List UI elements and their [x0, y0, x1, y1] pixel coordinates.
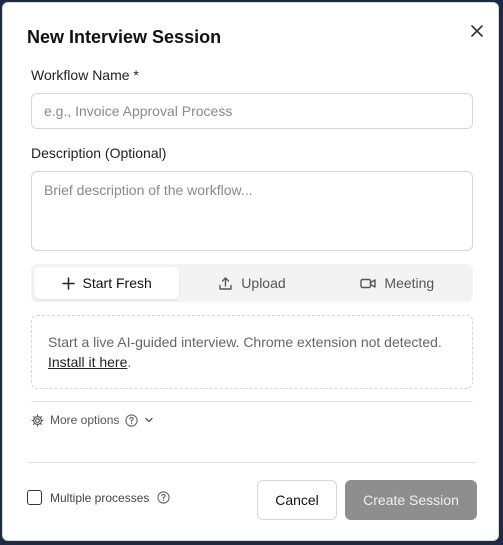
install-extension-link[interactable]: Install it here: [48, 354, 127, 370]
workflow-name-input[interactable]: [31, 93, 473, 129]
close-button[interactable]: [467, 21, 487, 41]
description-label: Description (Optional): [31, 145, 167, 161]
multiple-processes-checkbox[interactable]: [27, 490, 42, 505]
workflow-name-label: Workflow Name *: [31, 67, 139, 83]
help-icon[interactable]: [125, 413, 139, 427]
cancel-button[interactable]: Cancel: [257, 480, 337, 520]
info-text: Start a live AI-guided interview. Chrome…: [48, 334, 442, 350]
footer-divider: [27, 462, 477, 463]
tab-label: Start Fresh: [82, 275, 152, 291]
multiple-processes-option: Multiple processes: [27, 490, 171, 505]
new-session-dialog: New Interview Session Workflow Name * De…: [2, 2, 499, 541]
multiple-processes-label: Multiple processes: [50, 490, 150, 505]
video-icon: [360, 278, 377, 288]
tab-upload[interactable]: Upload: [179, 267, 324, 299]
tab-meeting[interactable]: Meeting: [325, 267, 470, 299]
more-options-label: More options: [50, 413, 120, 427]
info-suffix: .: [127, 354, 132, 370]
extension-info-box: Start a live AI-guided interview. Chrome…: [31, 315, 473, 389]
gear-icon: [31, 413, 44, 427]
plus-icon: [61, 276, 75, 290]
description-textarea[interactable]: [31, 171, 473, 251]
close-icon: [471, 25, 483, 37]
source-tabs: Start Fresh Upload Meeting: [31, 264, 473, 302]
more-options-toggle[interactable]: More options: [31, 413, 154, 427]
tab-start-fresh[interactable]: Start Fresh: [34, 267, 180, 299]
upload-icon: [219, 276, 232, 290]
create-session-button[interactable]: Create Session: [345, 480, 477, 520]
tab-label: Upload: [241, 275, 286, 291]
dialog-title: New Interview Session: [27, 27, 222, 47]
divider: [31, 401, 473, 402]
tab-label: Meeting: [384, 275, 435, 291]
chevron-down-icon: [145, 417, 154, 423]
help-icon[interactable]: [157, 491, 171, 504]
